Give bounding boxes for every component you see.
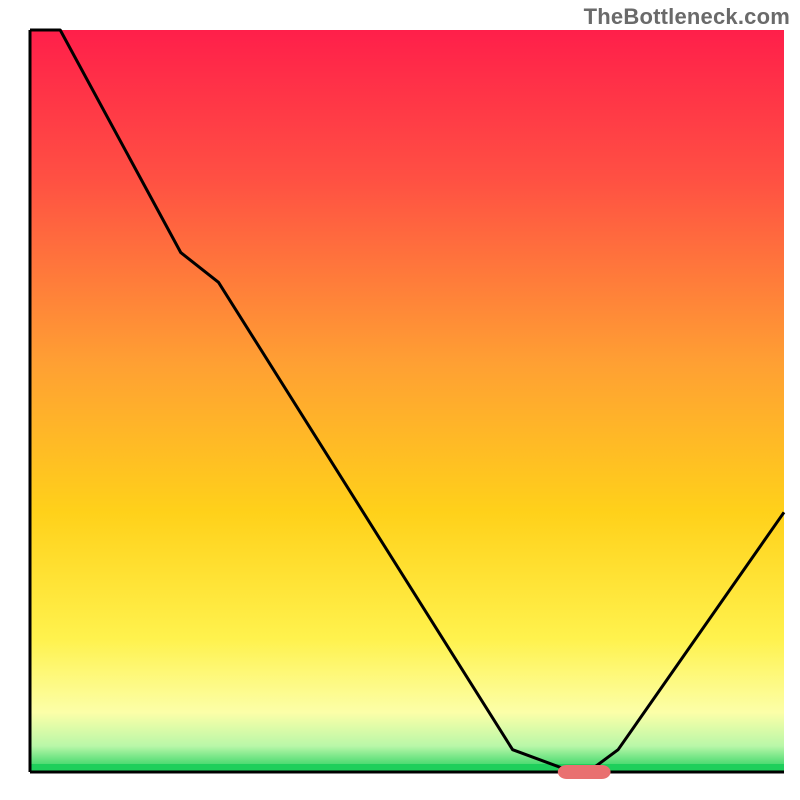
watermark-text: TheBottleneck.com: [584, 4, 790, 30]
plot-background: [30, 30, 784, 772]
optimal-marker: [558, 765, 611, 779]
bottleneck-chart: [0, 0, 800, 800]
